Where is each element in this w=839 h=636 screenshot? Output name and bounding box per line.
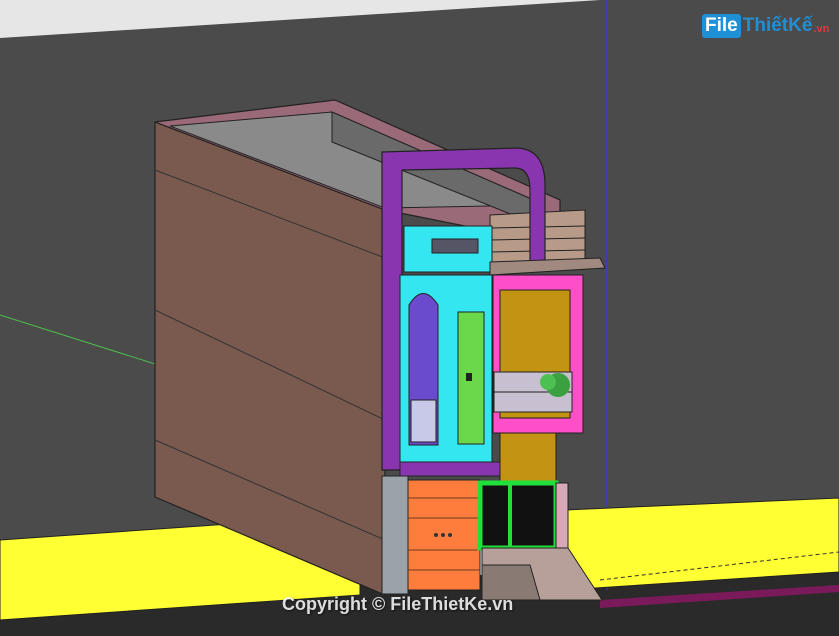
- door-dot-2: [441, 533, 445, 537]
- door-dot-1: [434, 533, 438, 537]
- upper-vent: [431, 238, 479, 254]
- door-handle: [466, 373, 472, 381]
- purple-band: [399, 461, 501, 477]
- logo-tld-text: .vn: [813, 23, 830, 35]
- door-dot-3: [448, 533, 452, 537]
- gate-side: [555, 482, 569, 549]
- grey-pillar: [381, 475, 409, 595]
- logo-name-text: ThiếtKế: [742, 15, 813, 36]
- green-gate: [477, 480, 559, 551]
- mustard-column: [499, 432, 557, 489]
- plant-2: [540, 374, 556, 390]
- logo-box-text: File: [702, 14, 741, 38]
- copyright-watermark: Copyright © FileThietKe.vn: [282, 594, 514, 614]
- arch-window-lower: [410, 399, 437, 443]
- sketchup-3d-house-render: [0, 0, 839, 636]
- filethietke-logo: File ThiếtKế .vn: [702, 14, 829, 38]
